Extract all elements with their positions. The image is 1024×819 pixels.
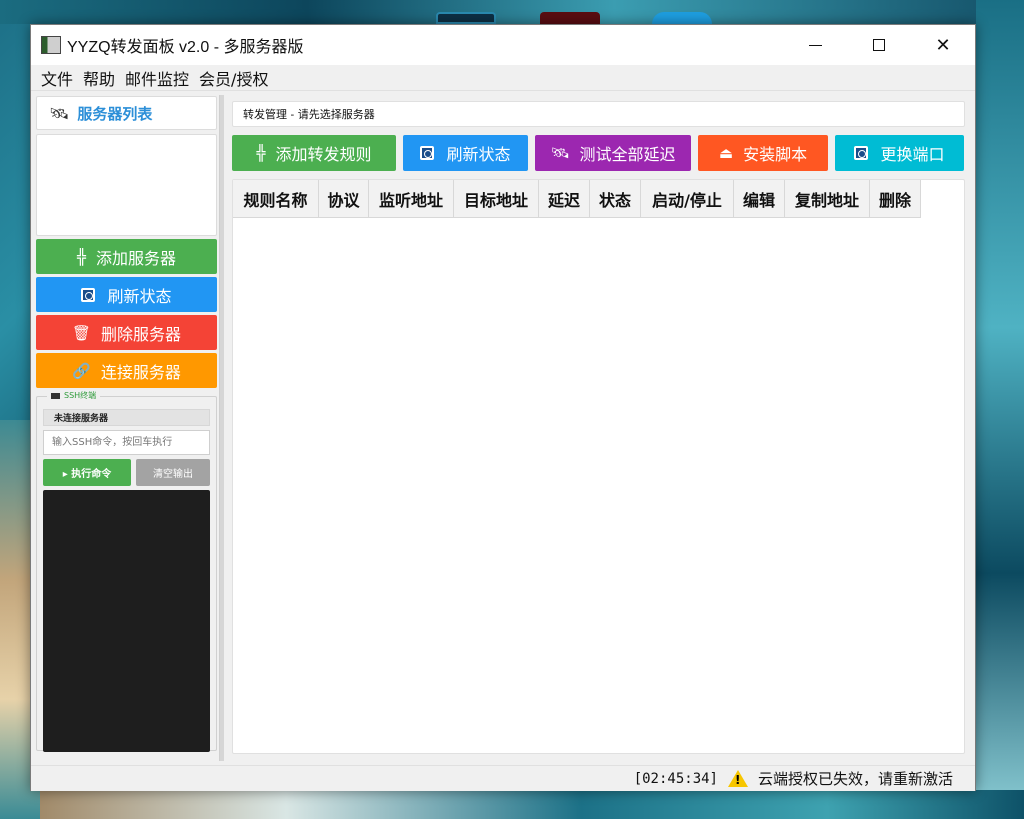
execute-command-button[interactable]: ▸ 执行命令 xyxy=(43,459,131,486)
table-header: 规则名称 协议 监听地址 目标地址 延迟 状态 启动/停止 编辑 复制地址 删除 xyxy=(233,180,964,218)
column-header[interactable]: 延迟 xyxy=(539,180,590,218)
menu-mail-monitor[interactable]: 邮件监控 xyxy=(121,66,193,90)
install-script-button[interactable]: ⏏ 安装脚本 xyxy=(698,135,828,171)
ssh-output-console[interactable] xyxy=(43,490,210,752)
column-header[interactable]: 启动/停止 xyxy=(641,180,734,218)
pane-splitter[interactable] xyxy=(219,95,224,761)
warning-icon xyxy=(727,770,748,787)
connect-server-label: 连接服务器 xyxy=(100,362,181,382)
refresh-icon xyxy=(420,146,435,160)
forward-management-panel: 转发管理 - 请先选择服务器 ╬ 添加转发规则 刷新状态 🛰 测试全部延迟 ⏏ … xyxy=(232,101,965,758)
close-icon: ✕ xyxy=(935,34,951,56)
desktop-wallpaper-top xyxy=(0,0,1024,24)
ssh-command-input[interactable] xyxy=(43,430,210,455)
ssh-terminal-group: SSH终端 未连接服务器 ▸ 执行命令 清空输出 xyxy=(36,390,217,752)
menu-bar: 文件 帮助 邮件监控 会员/授权 xyxy=(31,65,975,91)
ssh-terminal-legend: SSH终端 xyxy=(47,390,101,401)
toolbar: ╬ 添加转发规则 刷新状态 🛰 测试全部延迟 ⏏ 安装脚本 更换端口 xyxy=(232,135,965,171)
app-icon xyxy=(41,36,61,54)
status-bar: [02:45:34] 云端授权已失效，请重新激活 xyxy=(31,765,975,791)
add-server-button[interactable]: ╬ 添加服务器 xyxy=(36,239,217,274)
test-all-latency-button[interactable]: 🛰 测试全部延迟 xyxy=(535,135,691,171)
content-area: 🛰 服务器列表 ╬ 添加服务器 刷新状态 🗑 删除服务器 🔗 连接服务器 SSH… xyxy=(31,91,975,761)
menu-help[interactable]: 帮助 xyxy=(79,66,119,90)
menu-membership[interactable]: 会员/授权 xyxy=(195,66,272,90)
refresh-rules-button[interactable]: 刷新状态 xyxy=(403,135,528,171)
column-header[interactable]: 目标地址 xyxy=(454,180,539,218)
clear-output-button[interactable]: 清空输出 xyxy=(136,459,210,486)
ssh-connection-status: 未连接服务器 xyxy=(43,409,210,426)
column-header[interactable]: 协议 xyxy=(319,180,369,218)
add-icon: ╬ xyxy=(76,247,86,266)
desktop-app-icon[interactable] xyxy=(540,12,600,24)
server-list-header: 🛰 服务器列表 xyxy=(36,96,217,130)
refresh-icon xyxy=(81,287,96,302)
connect-server-button[interactable]: 🔗 连接服务器 xyxy=(36,353,217,388)
change-port-label: 更换端口 xyxy=(880,145,945,164)
menu-file[interactable]: 文件 xyxy=(37,66,77,90)
close-button[interactable]: ✕ xyxy=(911,25,975,65)
install-script-label: 安装脚本 xyxy=(743,145,808,164)
change-port-button[interactable]: 更换端口 xyxy=(835,135,964,171)
column-header[interactable]: 状态 xyxy=(590,180,641,218)
column-header[interactable]: 复制地址 xyxy=(785,180,870,218)
maximize-icon xyxy=(873,39,885,51)
terminal-icon xyxy=(51,392,60,399)
trash-icon: 🗑 xyxy=(71,323,92,342)
column-header[interactable]: 监听地址 xyxy=(369,180,454,218)
delete-server-button[interactable]: 🗑 删除服务器 xyxy=(36,315,217,350)
ssh-button-row: ▸ 执行命令 清空输出 xyxy=(43,459,210,486)
server-list-title: 服务器列表 xyxy=(77,104,153,123)
desktop-app-icon[interactable] xyxy=(652,12,712,24)
refresh-icon xyxy=(854,146,869,160)
add-forward-rule-button[interactable]: ╬ 添加转发规则 xyxy=(232,135,396,171)
minimize-icon xyxy=(808,44,822,46)
panel-header: 转发管理 - 请先选择服务器 xyxy=(232,101,965,127)
delete-server-label: 删除服务器 xyxy=(101,324,182,344)
desktop-app-icon[interactable] xyxy=(436,12,496,24)
minimize-button[interactable] xyxy=(783,25,847,65)
refresh-status-label: 刷新状态 xyxy=(107,286,172,306)
add-server-label: 添加服务器 xyxy=(96,248,177,268)
column-header[interactable]: 规则名称 xyxy=(233,180,319,218)
app-window: YYZQ转发面板 v2.0 - 多服务器版 ✕ 文件 帮助 邮件监控 会员/授权… xyxy=(30,24,976,791)
column-header[interactable]: 删除 xyxy=(870,180,921,218)
desktop-wallpaper-bottom xyxy=(40,790,1024,819)
link-icon: 🔗 xyxy=(72,361,91,380)
add-icon: ╬ xyxy=(256,144,266,162)
refresh-status-button[interactable]: 刷新状态 xyxy=(36,277,217,312)
server-list[interactable] xyxy=(36,134,217,236)
satellite-icon: 🛰 xyxy=(550,144,570,162)
column-header[interactable]: 编辑 xyxy=(734,180,785,218)
test-all-latency-label: 测试全部延迟 xyxy=(579,145,676,164)
desktop-wallpaper-right xyxy=(976,0,1024,819)
sidebar: 🛰 服务器列表 ╬ 添加服务器 刷新状态 🗑 删除服务器 🔗 连接服务器 SSH… xyxy=(36,96,217,758)
satellite-icon: 🛰 xyxy=(49,103,70,123)
forward-rules-table: 规则名称 协议 监听地址 目标地址 延迟 状态 启动/停止 编辑 复制地址 删除 xyxy=(232,179,965,754)
title-bar[interactable]: YYZQ转发面板 v2.0 - 多服务器版 ✕ xyxy=(31,25,975,65)
maximize-button[interactable] xyxy=(847,25,911,65)
status-time: [02:45:34] xyxy=(633,770,718,787)
ssh-terminal-title: SSH终端 xyxy=(64,391,97,400)
refresh-rules-label: 刷新状态 xyxy=(446,145,511,164)
add-forward-rule-label: 添加转发规则 xyxy=(275,145,372,164)
status-message: 云端授权已失效，请重新激活 xyxy=(757,770,953,788)
window-title: YYZQ转发面板 v2.0 - 多服务器版 xyxy=(67,39,304,56)
install-icon: ⏏ xyxy=(718,144,734,162)
